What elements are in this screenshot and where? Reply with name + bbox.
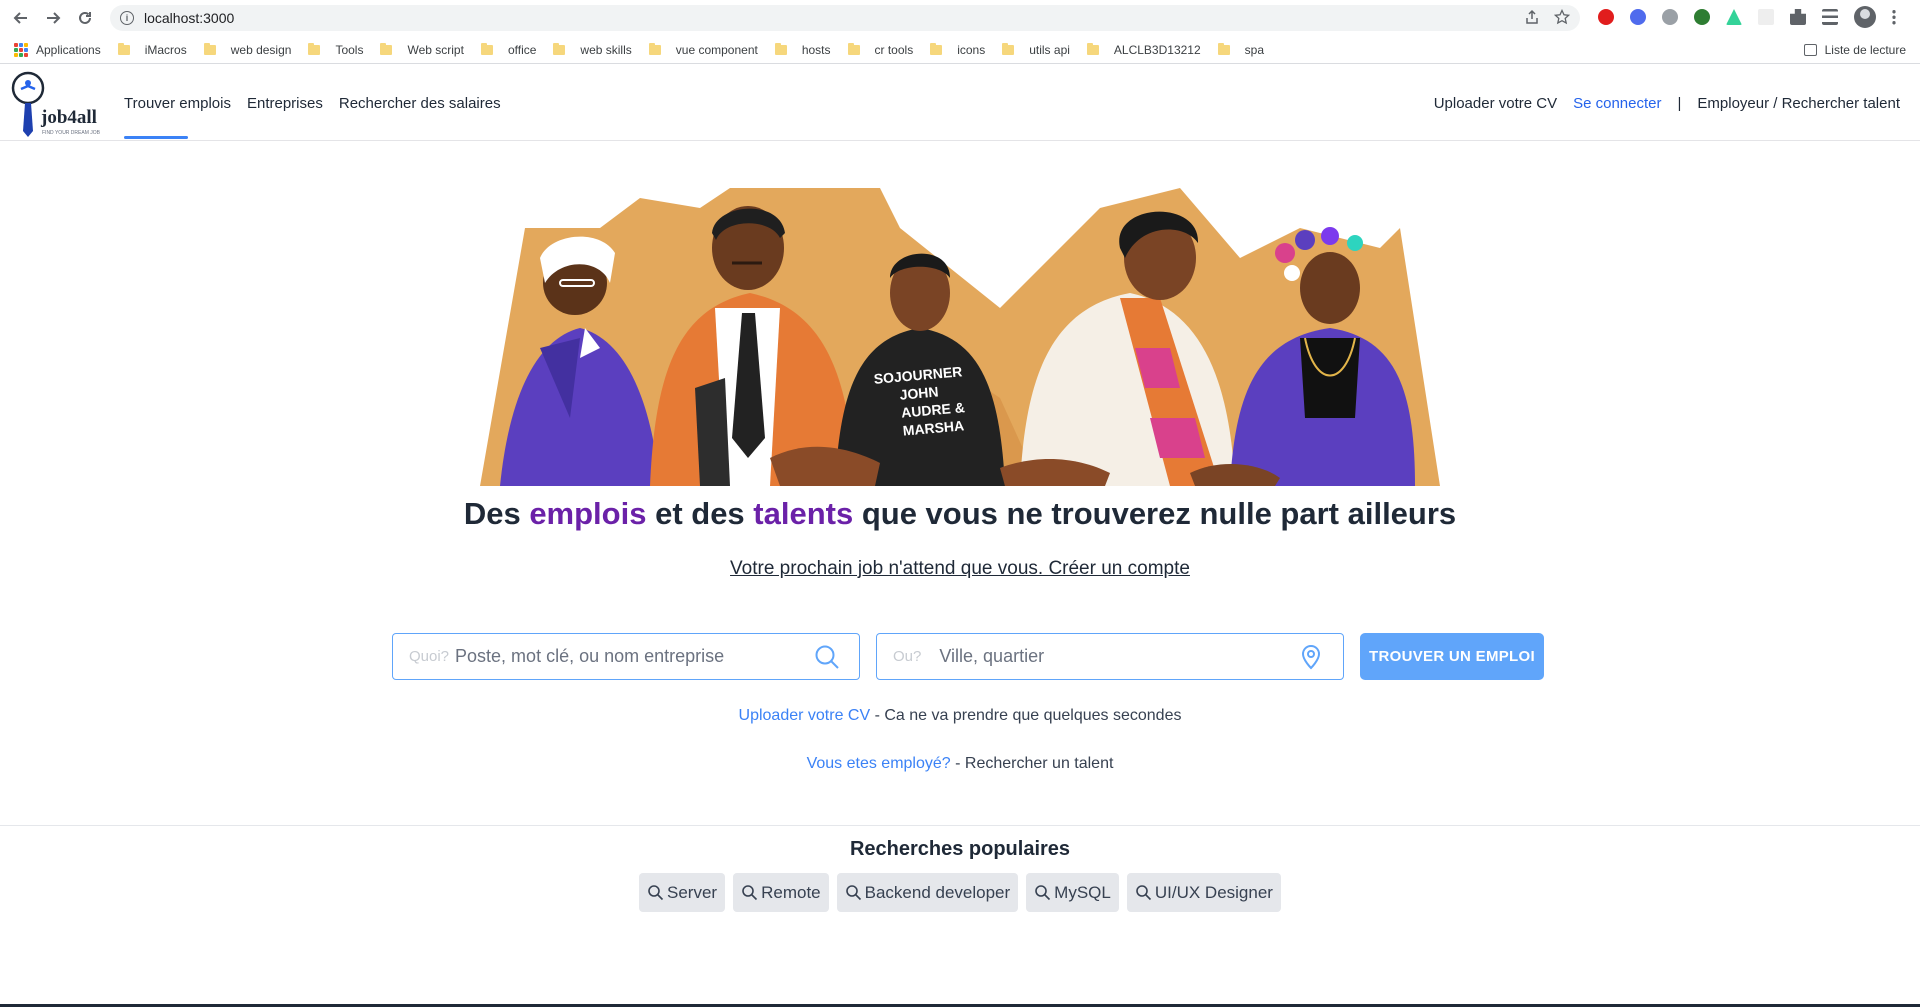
- popular-search-chip[interactable]: MySQL: [1026, 873, 1119, 912]
- headline-emphasis-jobs: emplois: [529, 496, 647, 531]
- where-label: Ou?: [893, 648, 922, 665]
- address-bar[interactable]: i localhost:3000: [110, 5, 1580, 31]
- hero-headline: Des emplois et des talents que vous ne t…: [463, 496, 1457, 531]
- bookmark-folder[interactable]: cr tools: [847, 42, 913, 57]
- folder-icon: [648, 42, 661, 55]
- shield-extension-icon[interactable]: [1630, 9, 1646, 25]
- forward-arrow-icon[interactable]: [42, 7, 64, 29]
- site-header: job4all FIND YOUR DREAM JOB Trouver empl…: [0, 65, 1920, 141]
- create-account-line: Votre prochain job n'attend que vous. Cr…: [0, 558, 1920, 580]
- folder-icon: [480, 42, 493, 55]
- magnifier-icon: [845, 885, 861, 901]
- what-search-box: Quoi?: [392, 633, 860, 680]
- bookmark-folder[interactable]: spa: [1217, 42, 1264, 57]
- header-separator: |: [1677, 94, 1682, 112]
- bookmark-folder[interactable]: utils api: [1002, 42, 1070, 57]
- logo-tagline: FIND YOUR DREAM JOB: [42, 130, 100, 136]
- folder-icon: [117, 42, 130, 55]
- folder-icon: [1002, 42, 1015, 55]
- popular-search-chip[interactable]: Backend developer: [836, 873, 1019, 912]
- folder-icon: [1217, 42, 1230, 55]
- folder-icon: [380, 42, 393, 55]
- folder-icon: [1086, 42, 1099, 55]
- bookmark-applications[interactable]: Applications: [14, 42, 101, 57]
- popular-search-chip[interactable]: Server: [639, 873, 726, 912]
- bookmark-folder[interactable]: web skills: [553, 42, 632, 57]
- where-search-input[interactable]: [939, 646, 1297, 667]
- nav-companies[interactable]: Entreprises: [247, 65, 323, 141]
- popular-searches-title: Recherches populaires: [849, 838, 1071, 860]
- browser-toolbar: i localhost:3000: [0, 0, 1920, 36]
- popular-search-chip[interactable]: Remote: [733, 873, 829, 912]
- reading-list-icon: [1803, 44, 1817, 56]
- upload-cv-link[interactable]: Uploader votre CV: [1434, 95, 1557, 112]
- reading-list[interactable]: Liste de lecture: [1803, 43, 1906, 57]
- headline-emphasis-talents: talents: [753, 496, 854, 531]
- main-nav: Trouver emplois Entreprises Rechercher d…: [124, 65, 501, 141]
- bookmark-folder[interactable]: vue component: [648, 42, 758, 57]
- cube-extension-icon[interactable]: [1694, 9, 1710, 25]
- employer-link[interactable]: Employeur / Rechercher talent: [1697, 95, 1900, 112]
- vue-extension-icon[interactable]: [1726, 9, 1742, 25]
- bookmark-folder[interactable]: office: [480, 42, 536, 57]
- nav-find-jobs[interactable]: Trouver emplois: [124, 65, 231, 141]
- upload-cv-line: Uploader votre CV - Ca ne va prendre que…: [738, 707, 1182, 724]
- kebab-menu-icon[interactable]: [1892, 9, 1896, 25]
- folder-icon: [930, 42, 943, 55]
- share-icon[interactable]: [1524, 9, 1540, 25]
- employer-cta-link[interactable]: Vous etes employé?: [807, 755, 951, 772]
- folder-icon: [308, 42, 321, 55]
- bookmark-folder[interactable]: iMacros: [117, 42, 187, 57]
- puzzle-icon[interactable]: [1790, 9, 1806, 25]
- media-control-icon[interactable]: [1822, 9, 1838, 25]
- info-icon[interactable]: i: [120, 11, 134, 25]
- bookmark-folder[interactable]: ALCLB3D13212: [1086, 42, 1201, 57]
- section-divider: [0, 825, 1920, 826]
- bookmark-folder[interactable]: hosts: [774, 42, 831, 57]
- employer-line: Vous etes employé? - Rechercher un talen…: [806, 755, 1114, 772]
- bookmark-folder[interactable]: web design: [203, 42, 291, 57]
- gear-extension-icon[interactable]: [1662, 9, 1678, 25]
- bookmark-folder[interactable]: icons: [930, 42, 985, 57]
- magnifier-icon: [1035, 885, 1051, 901]
- create-account-link[interactable]: Votre prochain job n'attend que vous. Cr…: [730, 558, 1190, 579]
- extensions-bar: [1598, 6, 1896, 28]
- star-icon[interactable]: [1554, 9, 1570, 25]
- what-label: Quoi?: [409, 648, 450, 665]
- folder-icon: [553, 42, 566, 55]
- search-icon: [815, 645, 839, 669]
- bookmarks-bar: Applications iMacros web design Tools We…: [0, 36, 1920, 64]
- bookmark-folder[interactable]: Tools: [308, 42, 363, 57]
- magnifier-icon: [1136, 885, 1151, 901]
- header-actions: Uploader votre CV Se connecter | Employe…: [1434, 65, 1900, 141]
- popular-search-chip[interactable]: UI/UX Designer: [1126, 873, 1281, 912]
- blank-extension-icon[interactable]: [1758, 9, 1774, 25]
- upload-cv-cta-link[interactable]: Uploader votre CV: [739, 707, 871, 724]
- reload-icon[interactable]: [74, 7, 96, 29]
- opera-extension-icon[interactable]: [1598, 9, 1614, 25]
- find-job-button[interactable]: TROUVER UN EMPLOI: [1360, 633, 1544, 680]
- profile-avatar[interactable]: [1854, 6, 1876, 28]
- magnifier-icon: [742, 885, 758, 901]
- back-arrow-icon[interactable]: [10, 7, 32, 29]
- logo-text: job4all: [41, 107, 97, 128]
- location-pin-icon: [1301, 644, 1321, 669]
- what-search-input[interactable]: [455, 646, 813, 667]
- folder-icon: [847, 42, 860, 55]
- apps-grid-icon: [14, 42, 28, 57]
- hero-illustration: SOJOURNER JOHN AUDRE & MARSHA: [480, 188, 1440, 486]
- folder-icon: [203, 42, 216, 55]
- url-text: localhost:3000: [144, 10, 235, 26]
- magnifier-icon: [648, 885, 664, 901]
- nav-salaries[interactable]: Rechercher des salaires: [339, 65, 501, 141]
- site-logo[interactable]: job4all FIND YOUR DREAM JOB: [8, 71, 108, 137]
- bookmark-folder[interactable]: Web script: [380, 42, 464, 57]
- shirt-text-line-2: JOHN: [899, 383, 939, 402]
- where-search-box: Ou?: [876, 633, 1344, 680]
- folder-icon: [774, 42, 787, 55]
- popular-searches-list: Server Remote Backend developer MySQL UI…: [0, 873, 1920, 912]
- login-link[interactable]: Se connecter: [1573, 95, 1661, 112]
